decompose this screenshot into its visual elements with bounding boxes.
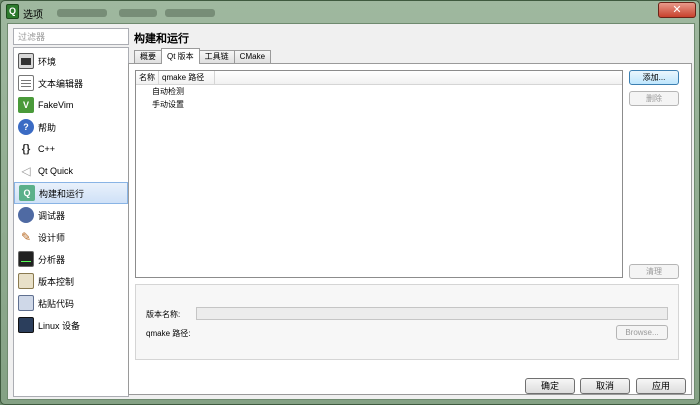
title-bar[interactable]: Q 选项 ✕ [1,1,700,23]
sidebar-item-text-editor[interactable]: 文本编辑器 [14,72,128,94]
sidebar-item-label: 文本编辑器 [38,78,84,89]
sidebar-item-label: 设计师 [38,232,66,243]
page-title: 构建和运行 [134,33,189,45]
analyzer-icon [18,251,34,267]
help-icon: ? [18,119,34,135]
environment-icon [18,53,34,69]
text-editor-icon [18,75,34,91]
sidebar-item-label: 调试器 [38,210,66,221]
close-button[interactable]: ✕ [658,2,696,18]
options-window: Q 选项 ✕ 环境 文本编辑器 V FakeVim ? 帮助 [0,0,700,405]
cancel-button[interactable]: 取消 [580,378,630,394]
column-header-qmake-path[interactable]: qmake 路径 [159,71,215,84]
sidebar-item-cpp[interactable]: {} C++ [14,138,128,160]
sidebar-item-label: 粘贴代码 [38,298,75,309]
sidebar-item-label: 分析器 [38,254,66,265]
qmake-path-label: qmake 路径: [146,329,191,338]
qt-versions-panel: 名称 qmake 路径 自动检测 手动设置 添加... 删除 清理 版本名称: … [128,63,692,395]
version-name-field[interactable] [196,307,668,320]
sidebar-item-linux-device[interactable]: Linux 设备 [14,314,128,336]
sidebar-item-label: 环境 [38,56,57,67]
filter-input[interactable] [13,28,129,45]
sidebar-item-fakevim[interactable]: V FakeVim [14,94,128,116]
build-run-icon: Q [19,185,35,201]
qt-quick-icon: ◁ [21,164,31,178]
cpp-icon: {} [21,143,31,155]
sidebar-item-paste-code[interactable]: 粘贴代码 [14,292,128,314]
category-list[interactable]: 环境 文本编辑器 V FakeVim ? 帮助 {} C++ ◁ Qt Quic… [13,47,129,397]
debugger-icon [18,207,34,223]
sidebar-item-label: 帮助 [38,122,57,133]
qt-version-tree[interactable]: 名称 qmake 路径 自动检测 手动设置 [135,70,623,278]
ok-button[interactable]: 确定 [525,378,575,394]
sidebar-item-label: Linux 设备 [38,320,81,331]
version-name-label: 版本名称: [146,310,181,319]
list-header: 名称 qmake 路径 [136,71,622,85]
tab-cmake[interactable]: CMake [233,50,272,64]
linux-device-icon [18,317,34,333]
add-button[interactable]: 添加... [629,70,679,85]
background-window-title [57,9,107,17]
sidebar-item-label: C++ [38,144,56,154]
sidebar-item-label: 构建和运行 [39,188,85,199]
tab-toolchains[interactable]: 工具链 [198,50,235,64]
tree-item-manual[interactable]: 手动设置 [136,98,622,111]
fakevim-icon: V [18,97,34,113]
close-icon: ✕ [672,4,682,16]
sidebar-item-version-control[interactable]: 版本控制 [14,270,128,292]
tab-qt-versions[interactable]: Qt 版本 [161,48,200,64]
dialog-client-area: 环境 文本编辑器 V FakeVim ? 帮助 {} C++ ◁ Qt Quic… [7,23,695,400]
window-title: 选项 [23,10,43,21]
sidebar-item-build-run[interactable]: Q 构建和运行 [14,182,128,204]
clean-button[interactable]: 清理 [629,264,679,279]
sidebar-item-designer[interactable]: ✎ 设计师 [14,226,128,248]
version-control-icon [18,273,34,289]
designer-icon: ✎ [20,230,32,244]
paste-code-icon [18,295,34,311]
sidebar-item-label: FakeVim [38,100,74,110]
sidebar-item-label: 版本控制 [38,276,75,287]
apply-button[interactable]: 应用 [636,378,686,394]
sidebar-item-help[interactable]: ? 帮助 [14,116,128,138]
sidebar-item-environment[interactable]: 环境 [14,50,128,72]
tree-item-auto-detected[interactable]: 自动检测 [136,85,622,98]
remove-button[interactable]: 删除 [629,91,679,106]
sidebar-item-qt-quick[interactable]: ◁ Qt Quick [14,160,128,182]
sidebar-item-label: Qt Quick [38,166,74,176]
sidebar-item-analyzer[interactable]: 分析器 [14,248,128,270]
qt-icon: Q [6,4,19,19]
tab-overview[interactable]: 概要 [134,50,162,64]
sidebar-item-debugger[interactable]: 调试器 [14,204,128,226]
column-header-name[interactable]: 名称 [136,71,159,84]
background-window-title [119,9,157,17]
background-window-title [165,9,215,17]
tab-bar: 概要 Qt 版本 工具链 CMake [134,48,272,64]
version-details-box: 版本名称: qmake 路径: Browse... [135,284,679,360]
browse-button[interactable]: Browse... [616,325,668,340]
